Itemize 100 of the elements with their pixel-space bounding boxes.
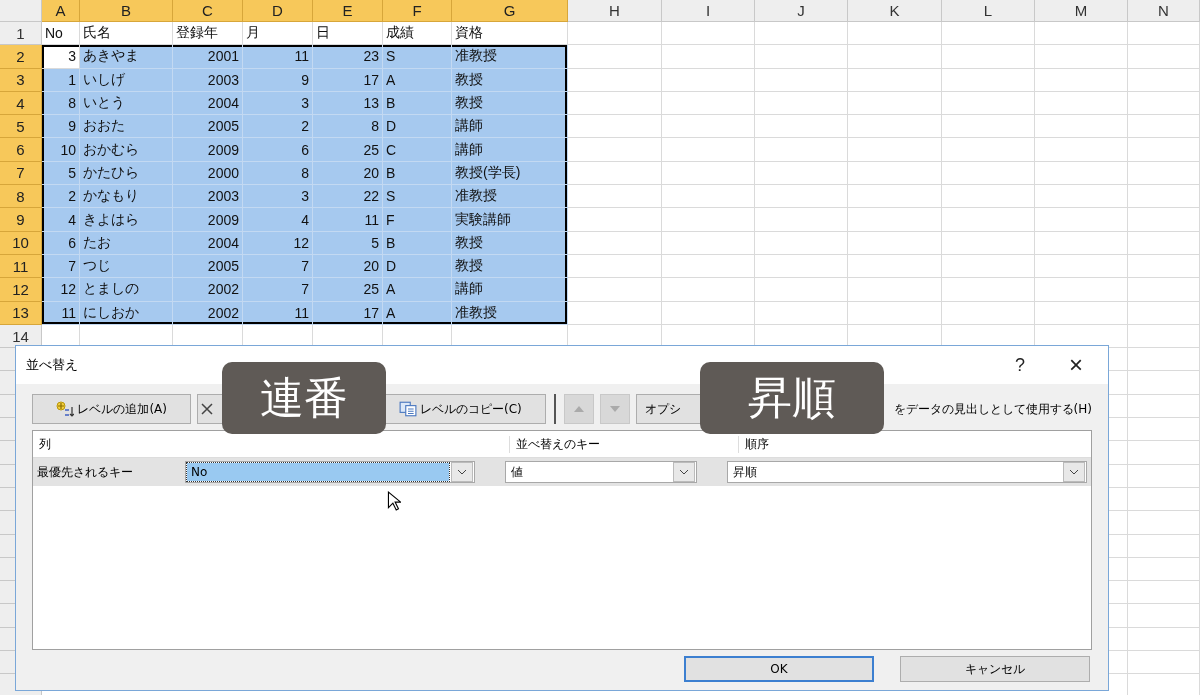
- table-cell: 教授: [452, 231, 568, 255]
- table-cell: いとう: [80, 91, 173, 116]
- column-header[interactable]: I: [662, 0, 755, 22]
- table-cell: あきやま: [80, 45, 173, 69]
- column-header[interactable]: H: [568, 0, 662, 22]
- column-header[interactable]: J: [755, 0, 848, 22]
- table-cell: 2003: [173, 185, 243, 209]
- table-cell: A: [383, 278, 452, 302]
- close-button[interactable]: ×: [1048, 350, 1104, 380]
- table-cell: 7: [243, 278, 313, 302]
- column-header[interactable]: G: [452, 0, 568, 22]
- column-header[interactable]: K: [848, 0, 942, 22]
- table-cell: 8: [243, 161, 313, 186]
- table-cell: C: [383, 138, 452, 162]
- table-cell: 准教授: [452, 185, 568, 209]
- table-cell: 25: [313, 278, 383, 302]
- table-cell: かたひら: [80, 161, 173, 186]
- table-cell: 13: [313, 91, 383, 116]
- column-header[interactable]: A: [42, 0, 80, 22]
- cancel-button[interactable]: キャンセル: [900, 656, 1090, 682]
- table-cell: 2004: [173, 91, 243, 116]
- table-cell: 2002: [173, 278, 243, 302]
- table-cell: 2001: [173, 45, 243, 69]
- add-level-button[interactable]: レベルの追加(A): [32, 394, 192, 424]
- help-button[interactable]: ?: [992, 350, 1048, 380]
- table-cell: S: [383, 45, 452, 69]
- column-header[interactable]: C: [173, 0, 243, 22]
- table-cell: 教授(学長): [452, 161, 568, 186]
- table-cell: 2000: [173, 161, 243, 186]
- table-cell: 8: [42, 91, 80, 116]
- table-cell: 17: [313, 68, 383, 92]
- table-cell: 6: [243, 138, 313, 162]
- table-cell: 3: [243, 185, 313, 209]
- table-cell: F: [383, 208, 452, 232]
- column-heading: 列: [38, 435, 52, 453]
- row-header[interactable]: 7: [0, 161, 42, 186]
- table-cell: 4: [243, 208, 313, 232]
- table-cell: きよはら: [80, 208, 173, 232]
- table-cell: S: [383, 185, 452, 209]
- caption-overlay: 連番: [222, 362, 386, 434]
- column-header[interactable]: E: [313, 0, 383, 22]
- table-cell: 教授: [452, 91, 568, 116]
- table-cell: おおた: [80, 115, 173, 139]
- dialog-title: 並べ替え: [26, 356, 79, 374]
- table-cell: 講師: [452, 278, 568, 302]
- ok-button[interactable]: OK: [684, 656, 874, 682]
- checkbox-label[interactable]: をデータの見出しとして使用する(H): [893, 400, 1092, 418]
- column-header[interactable]: B: [80, 0, 173, 22]
- table-cell: 5: [313, 231, 383, 255]
- table-cell: 8: [313, 115, 383, 139]
- table-cell: 教授: [452, 68, 568, 92]
- table-cell: 9: [42, 115, 80, 139]
- row-header[interactable]: 2: [0, 45, 42, 69]
- row-header[interactable]: 9: [0, 208, 42, 232]
- row-header[interactable]: 13: [0, 301, 42, 325]
- table-cell: A: [383, 68, 452, 92]
- row-header[interactable]: 10: [0, 231, 42, 255]
- row-header[interactable]: 3: [0, 68, 42, 92]
- table-cell: 12: [243, 231, 313, 255]
- caption-overlay: 昇順: [700, 362, 884, 434]
- row-header[interactable]: 4: [0, 91, 42, 116]
- row-header[interactable]: 11: [0, 254, 42, 279]
- table-cell: おかむら: [80, 138, 173, 162]
- column-dropdown[interactable]: No: [185, 461, 475, 483]
- sort-on-dropdown[interactable]: 値: [505, 461, 697, 483]
- table-cell: かなもり: [80, 185, 173, 209]
- table-cell: B: [383, 91, 452, 116]
- row-header[interactable]: 6: [0, 138, 42, 162]
- table-cell: B: [383, 231, 452, 255]
- table-cell: 20: [313, 254, 383, 279]
- table-cell: 17: [313, 301, 383, 325]
- table-cell: 2009: [173, 208, 243, 232]
- table-cell: 実験講師: [452, 208, 568, 232]
- table-cell: 7: [243, 254, 313, 279]
- column-header[interactable]: N: [1128, 0, 1200, 22]
- table-cell: 2004: [173, 231, 243, 255]
- row-header[interactable]: 1: [0, 22, 42, 46]
- table-cell: 准教授: [452, 301, 568, 325]
- table-cell: たお: [80, 231, 173, 255]
- row-header[interactable]: 5: [0, 115, 42, 139]
- table-cell: 2005: [173, 254, 243, 279]
- column-heading: 並べ替えのキー: [509, 435, 738, 453]
- table-cell: いしげ: [80, 68, 173, 92]
- table-cell: 10: [42, 138, 80, 162]
- table-cell: 2003: [173, 68, 243, 92]
- table-cell: 講師: [452, 115, 568, 139]
- table-cell: 2: [243, 115, 313, 139]
- table-cell: 7: [42, 254, 80, 279]
- order-dropdown[interactable]: 昇順: [727, 461, 1087, 483]
- column-heading: 順序: [738, 435, 769, 453]
- column-header[interactable]: F: [383, 0, 452, 22]
- table-cell: 1: [42, 68, 80, 92]
- column-header[interactable]: D: [243, 0, 313, 22]
- table-cell: 4: [42, 208, 80, 232]
- column-header[interactable]: L: [942, 0, 1035, 22]
- column-header[interactable]: M: [1035, 0, 1128, 22]
- table-cell: とましの: [80, 278, 173, 302]
- table-cell: 2005: [173, 115, 243, 139]
- row-header[interactable]: 8: [0, 185, 42, 209]
- row-header[interactable]: 12: [0, 278, 42, 302]
